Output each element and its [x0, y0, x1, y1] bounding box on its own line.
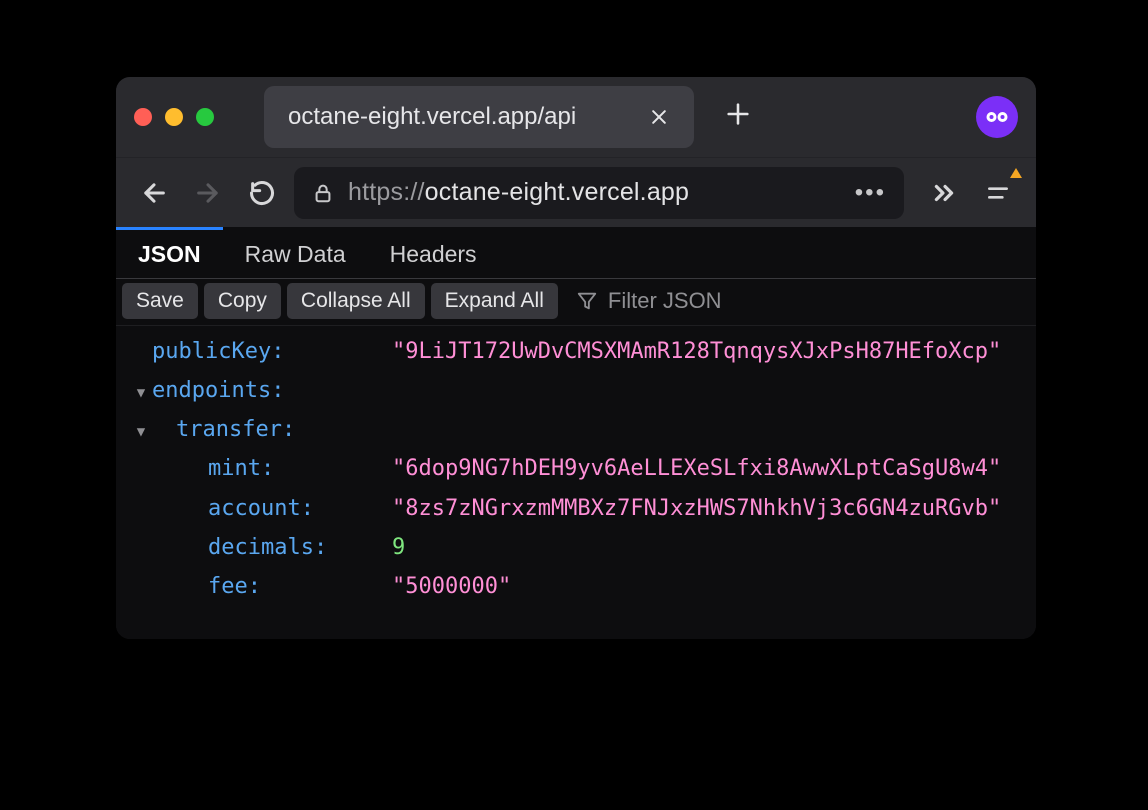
- json-key: decimals: [208, 528, 327, 567]
- expand-all-button[interactable]: Expand All: [431, 283, 558, 319]
- json-key: fee: [208, 567, 261, 606]
- json-viewer-toolbar: Save Copy Collapse All Expand All: [116, 279, 1036, 326]
- json-viewer-tabs: JSON Raw Data Headers: [116, 227, 1036, 279]
- app-menu-button[interactable]: [976, 171, 1020, 215]
- url-prefix: https://: [348, 178, 425, 206]
- profile-avatar[interactable]: [976, 96, 1018, 138]
- json-value: "5000000": [392, 567, 511, 606]
- json-row-account: ▼ account "8zs7zNGrxzmMMBXz7FNJxzHWS7Nhk…: [116, 489, 1036, 528]
- browser-tab[interactable]: octane-eight.vercel.app/api: [264, 86, 694, 148]
- lock-icon: [312, 182, 334, 204]
- overflow-chevrons-button[interactable]: [922, 171, 966, 215]
- chevrons-right-icon: [931, 180, 957, 206]
- tab-json[interactable]: JSON: [116, 227, 223, 278]
- new-tab-button[interactable]: [712, 98, 764, 137]
- tab-headers[interactable]: Headers: [368, 227, 499, 278]
- update-badge-icon: [1010, 168, 1022, 178]
- json-key: publicKey: [152, 332, 284, 371]
- filter-wrap: [564, 288, 808, 314]
- json-key: transfer: [176, 410, 295, 449]
- json-tree: ▼ publicKey "9LiJT172UwDvCMSXMAmR128Tqnq…: [116, 326, 1036, 639]
- json-row-publicKey: ▼ publicKey "9LiJT172UwDvCMSXMAmR128Tqnq…: [116, 332, 1036, 371]
- url-text: https://octane-eight.vercel.app: [348, 178, 831, 207]
- save-button[interactable]: Save: [122, 283, 198, 319]
- json-key: mint: [208, 449, 274, 488]
- reload-button[interactable]: [240, 171, 284, 215]
- json-key: endpoints: [152, 371, 284, 410]
- close-tab-icon[interactable]: [648, 106, 670, 128]
- json-value: "6dop9NG7hDEH9yv6AeLLEXeSLfxi8AwwXLptCaS…: [392, 449, 1001, 488]
- funnel-icon: [576, 290, 598, 312]
- reload-icon: [248, 179, 276, 207]
- page-actions-icon[interactable]: •••: [845, 179, 886, 207]
- collapse-all-button[interactable]: Collapse All: [287, 283, 425, 319]
- url-bar[interactable]: https://octane-eight.vercel.app •••: [294, 167, 904, 219]
- maximize-window-button[interactable]: [196, 108, 214, 126]
- json-row-endpoints[interactable]: ▼ endpoints: [116, 371, 1036, 410]
- tab-raw-data[interactable]: Raw Data: [223, 227, 368, 278]
- json-value: "9LiJT172UwDvCMSXMAmR128TqnqysXJxPsH87HE…: [392, 332, 1001, 371]
- back-button[interactable]: [132, 171, 176, 215]
- minimize-window-button[interactable]: [165, 108, 183, 126]
- settings-lines-icon: [985, 180, 1011, 206]
- json-row-transfer[interactable]: ▼ transfer: [116, 410, 1036, 449]
- arrow-right-icon: [194, 179, 222, 207]
- titlebar: octane-eight.vercel.app/api: [116, 77, 1036, 157]
- arrow-left-icon: [140, 179, 168, 207]
- close-window-button[interactable]: [134, 108, 152, 126]
- mask-icon: [984, 110, 1010, 124]
- caret-down-icon[interactable]: ▼: [130, 381, 152, 406]
- forward-button[interactable]: [186, 171, 230, 215]
- json-value: "8zs7zNGrxzmMMBXz7FNJxzHWS7NhkhVj3c6GN4z…: [392, 489, 1001, 528]
- json-value: 9: [392, 528, 405, 567]
- tab-title: octane-eight.vercel.app/api: [288, 103, 576, 131]
- json-row-mint: ▼ mint "6dop9NG7hDEH9yv6AeLLEXeSLfxi8Aww…: [116, 449, 1036, 488]
- traffic-lights: [134, 108, 246, 126]
- json-row-fee: ▼ fee "5000000": [116, 567, 1036, 606]
- url-host: octane-eight.vercel.app: [425, 178, 690, 206]
- address-bar-row: https://octane-eight.vercel.app •••: [116, 157, 1036, 227]
- json-row-decimals: ▼ decimals 9: [116, 528, 1036, 567]
- filter-input[interactable]: [608, 288, 808, 314]
- json-key: account: [208, 489, 314, 528]
- browser-window: octane-eight.vercel.app/api: [116, 77, 1036, 639]
- copy-button[interactable]: Copy: [204, 283, 281, 319]
- caret-down-icon[interactable]: ▼: [130, 420, 152, 445]
